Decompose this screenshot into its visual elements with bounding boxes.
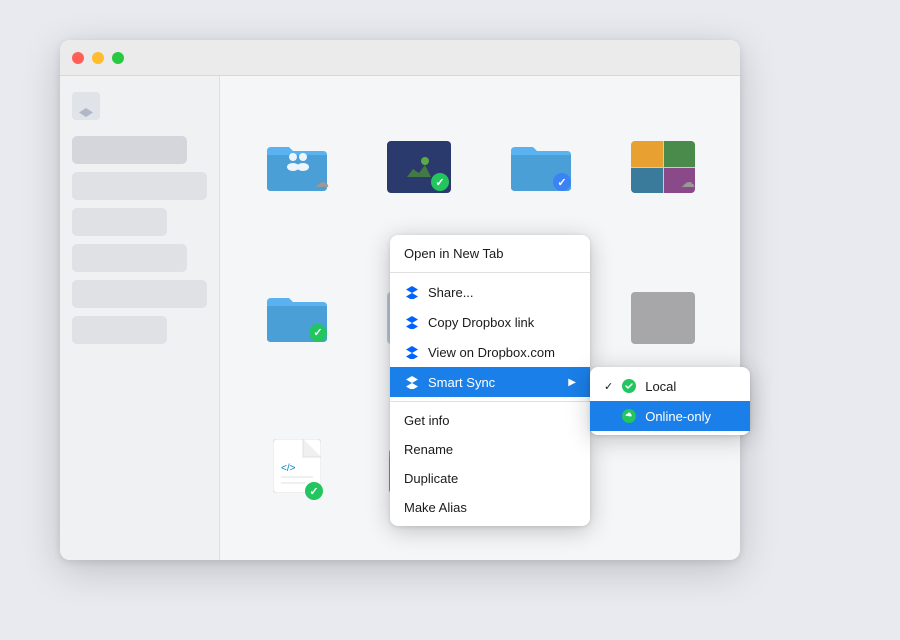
- file-item[interactable]: ✓: [362, 96, 476, 239]
- dropbox-share-icon: [404, 284, 420, 300]
- file-item[interactable]: ✓: [484, 96, 598, 239]
- dark-image-icon: [631, 292, 695, 344]
- people-overlay-icon: [283, 149, 311, 171]
- doc-file-icon: </> ✓: [273, 439, 321, 498]
- submenu-arrow-icon: ▶: [568, 377, 576, 388]
- menu-item-label: Duplicate: [404, 471, 458, 486]
- menu-item-share[interactable]: Share...: [390, 277, 590, 307]
- file-item[interactable]: ☁: [240, 96, 354, 239]
- file-item[interactable]: </> ✓: [240, 397, 354, 540]
- sidebar-item-6[interactable]: [72, 316, 167, 344]
- sidebar-item-4[interactable]: [72, 244, 187, 272]
- menu-item-label: Rename: [404, 442, 453, 457]
- file-item[interactable]: ☁: [606, 96, 720, 239]
- menu-item-label: Open in New Tab: [404, 246, 504, 261]
- menu-item-rename[interactable]: Rename: [390, 435, 590, 464]
- menu-item-label: View on Dropbox.com: [428, 345, 555, 360]
- menu-item-make-alias[interactable]: Make Alias: [390, 493, 590, 522]
- green-local-icon: [621, 378, 637, 394]
- folder-icon: ☁: [265, 141, 329, 193]
- sidebar-item-3[interactable]: [72, 208, 167, 236]
- menu-divider-2: [390, 401, 590, 402]
- folder-icon: ✓: [265, 292, 329, 344]
- sidebar-item-1[interactable]: [72, 136, 187, 164]
- context-menu: Open in New Tab Share... Copy Dropbox li…: [390, 235, 590, 526]
- image-file-icon: ✓: [387, 141, 451, 193]
- folder-icon: ✓: [509, 141, 573, 193]
- scene: ☁: [60, 40, 840, 600]
- submenu-item-label: Online-only: [645, 409, 711, 424]
- file-item[interactable]: ✓: [240, 247, 354, 390]
- minimize-button[interactable]: [92, 52, 104, 64]
- menu-item-label: Make Alias: [404, 500, 467, 515]
- dropbox-sync-icon: [404, 374, 420, 390]
- menu-item-label: Copy Dropbox link: [428, 315, 534, 330]
- maximize-button[interactable]: [112, 52, 124, 64]
- sidebar: [60, 76, 220, 560]
- sync-badge-icon: ✓: [309, 324, 327, 342]
- titlebar: [60, 40, 740, 76]
- close-button[interactable]: [72, 52, 84, 64]
- dropbox-web-icon: [404, 344, 420, 360]
- menu-item-label: Share...: [428, 285, 474, 300]
- submenu: ✓ Local ✓: [590, 367, 750, 435]
- submenu-item-label: Local: [645, 379, 676, 394]
- dropbox-link-icon: [404, 314, 420, 330]
- menu-item-copy-link[interactable]: Copy Dropbox link: [390, 307, 590, 337]
- cloud-online-icon: [621, 408, 637, 424]
- submenu-item-local[interactable]: ✓ Local: [590, 371, 750, 401]
- menu-item-smart-sync[interactable]: Smart Sync ▶ ✓ Local ✓: [390, 367, 590, 397]
- sidebar-item-2[interactable]: [72, 172, 207, 200]
- menu-item-view-web[interactable]: View on Dropbox.com: [390, 337, 590, 367]
- menu-item-get-info[interactable]: Get info: [390, 406, 590, 435]
- menu-item-duplicate[interactable]: Duplicate: [390, 464, 590, 493]
- menu-divider: [390, 272, 590, 273]
- check-icon: ✓: [604, 380, 613, 393]
- image-collage-icon: ☁: [631, 141, 695, 193]
- menu-item-open-new-tab[interactable]: Open in New Tab: [390, 239, 590, 268]
- cloud-badge-icon: ☁: [681, 174, 695, 191]
- dropbox-logo-icon: [72, 92, 100, 120]
- cloud-badge-icon: ☁: [315, 174, 329, 191]
- sidebar-item-5[interactable]: [72, 280, 207, 308]
- menu-item-label: Smart Sync: [428, 375, 495, 390]
- sync-badge-icon: ✓: [305, 482, 323, 500]
- menu-item-label: Get info: [404, 413, 450, 428]
- submenu-item-online-only[interactable]: ✓ Online-only: [590, 401, 750, 431]
- svg-text:</>: </>: [281, 463, 296, 474]
